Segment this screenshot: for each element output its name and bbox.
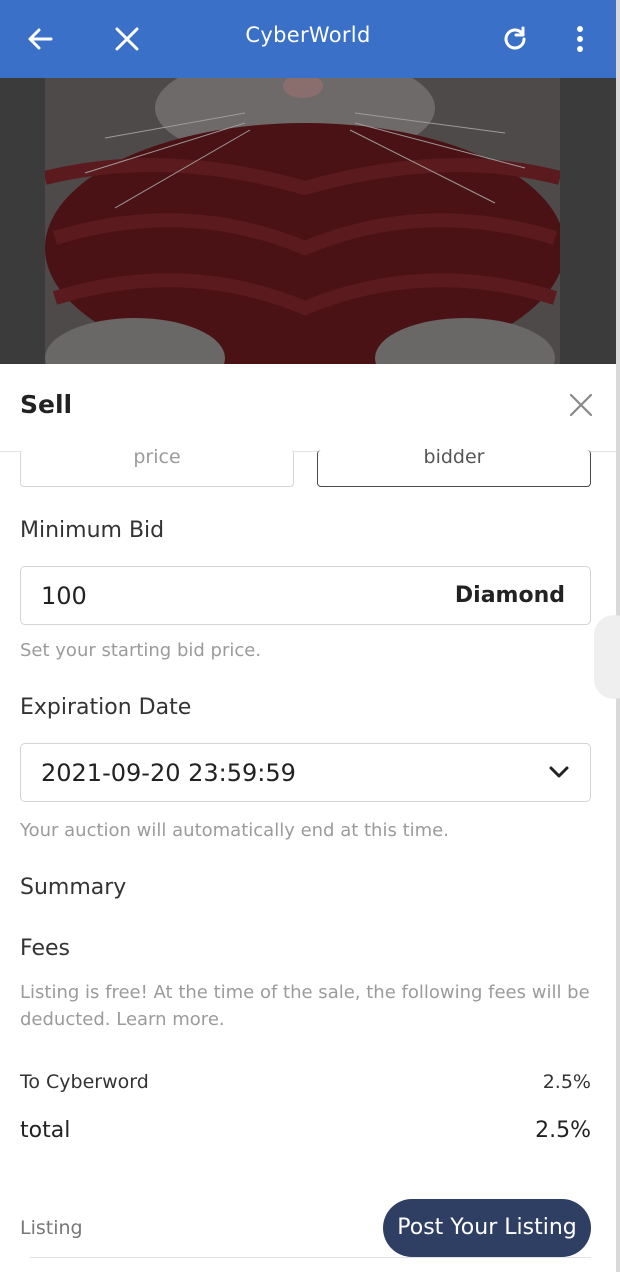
sheet-header: Sell — [0, 364, 616, 452]
more-button[interactable] — [566, 0, 594, 78]
minimum-bid-help: Set your starting bid price. — [20, 640, 262, 661]
fee-row-cyberword: To Cyberword 2.5% — [20, 1071, 591, 1093]
close-sheet-button[interactable] — [568, 392, 594, 418]
currency-label: Diamond — [454, 583, 565, 608]
scroll-handle[interactable] — [594, 615, 620, 699]
option-label: bidder — [423, 446, 485, 468]
fee-value: 2.5% — [542, 1071, 591, 1093]
post-listing-button[interactable]: Post Your Listing — [383, 1199, 591, 1257]
refresh-button[interactable] — [496, 0, 534, 78]
expiration-help: Your auction will automatically end at t… — [20, 820, 449, 841]
fee-row-total: total 2.5% — [20, 1118, 591, 1143]
minimum-bid-input[interactable]: 100 Diamond — [20, 566, 591, 625]
summary-heading: Summary — [20, 875, 127, 900]
chevron-down-icon — [549, 766, 569, 778]
expiration-date-value: 2021-09-20 23:59:59 — [41, 759, 296, 787]
expiration-date-select[interactable]: 2021-09-20 23:59:59 — [20, 743, 591, 802]
browser-toolbar: CyberWorld — [0, 0, 616, 78]
cat-in-red-scarf-image — [45, 78, 560, 364]
expiration-date-label: Expiration Date — [20, 695, 192, 720]
minimum-bid-label: Minimum Bid — [20, 518, 165, 543]
refresh-icon — [504, 26, 526, 50]
option-label: price — [133, 446, 181, 468]
fees-heading: Fees — [20, 936, 70, 961]
minimum-bid-value: 100 — [41, 582, 87, 610]
fee-label: To Cyberword — [20, 1071, 149, 1093]
fixed-price-option[interactable]: price — [20, 448, 294, 487]
divider — [30, 1257, 591, 1258]
sheet-title: Sell — [20, 390, 73, 419]
listing-label: Listing — [20, 1217, 83, 1239]
close-icon — [569, 393, 593, 417]
more-vert-icon — [577, 26, 583, 52]
highest-bidder-option[interactable]: bidder — [317, 448, 591, 487]
total-value: 2.5% — [535, 1118, 591, 1143]
nft-image-backdrop — [0, 78, 616, 364]
total-label: total — [20, 1118, 71, 1143]
fees-description: Listing is free! At the time of the sale… — [20, 982, 590, 1030]
